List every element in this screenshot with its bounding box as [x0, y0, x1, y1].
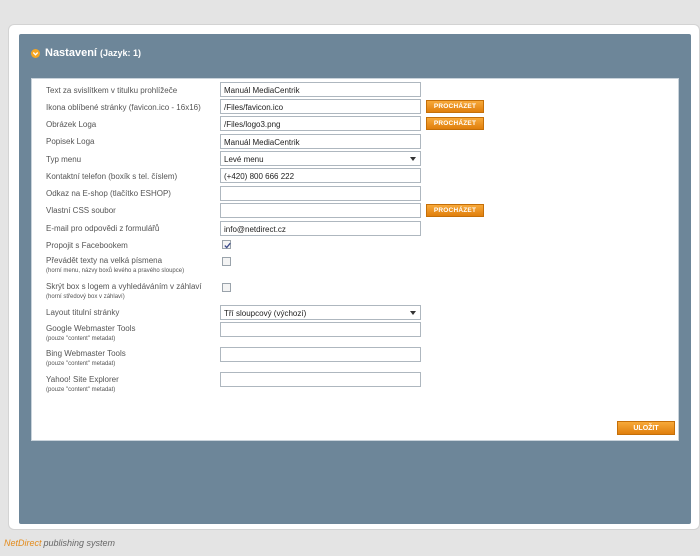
settings-panel: Nastavení (Jazyk: 1) Text za svislítkem …: [19, 34, 691, 524]
panel-header: Nastavení (Jazyk: 1): [31, 46, 141, 60]
language-indicator: (Jazyk: 1): [99, 48, 142, 58]
logo-browse-button[interactable]: PROCHÁZET: [426, 117, 484, 130]
label-google-webmaster: Google Webmaster Tools: [46, 324, 136, 333]
facebook-checkbox[interactable]: [222, 240, 231, 249]
menu-type-value: Levé menu: [224, 155, 264, 164]
label-bing-webmaster: Bing Webmaster Tools: [46, 349, 126, 358]
title-suffix-input[interactable]: Manuál MediaCentrik: [220, 82, 421, 97]
brand-publishing-system: publishing system: [43, 538, 116, 548]
settings-form: Text za svislítkem v titulku prohlížeče …: [31, 78, 679, 441]
dropdown-arrow-icon: [410, 157, 416, 161]
brand-netdirect: NetDirect: [4, 538, 42, 548]
sublabel-uppercase: (horní menu, názvy boxů levého a pravého…: [46, 268, 185, 274]
label-yahoo-explorer: Yahoo! Site Explorer: [46, 375, 119, 384]
label-title-suffix: Text za svislítkem v titulku prohlížeče: [46, 86, 178, 95]
label-logo-image: Obrázek Loga: [46, 120, 97, 129]
menu-type-select[interactable]: Levé menu: [220, 151, 421, 166]
label-reply-email: E-mail pro odpovědi z formulářů: [46, 224, 160, 233]
label-logo-caption: Popisek Loga: [46, 137, 95, 146]
uppercase-checkbox[interactable]: [222, 257, 231, 266]
homepage-layout-value: Tří sloupcový (výchozí): [224, 309, 307, 318]
sublabel-bing-webmaster: (pouze "content" metadat): [46, 361, 116, 367]
panel-title: Nastavení: [45, 47, 97, 59]
logo-image-input[interactable]: /Files/logo3.png: [220, 116, 421, 131]
label-homepage-layout: Layout titulní stránky: [46, 308, 120, 317]
label-uppercase: Převádět texty na velká písmena: [46, 256, 163, 265]
reply-email-input[interactable]: info@netdirect.cz: [220, 221, 421, 236]
save-button[interactable]: ULOŽIT: [617, 421, 675, 435]
sublabel-hide-header-box: (horní středový box v záhlaví): [46, 294, 125, 300]
label-facebook: Propojit s Facebookem: [46, 241, 128, 250]
checkmark-icon: [224, 242, 231, 249]
yahoo-explorer-input[interactable]: [220, 372, 421, 387]
label-contact-phone: Kontaktní telefon (boxík s tel. číslem): [46, 172, 178, 181]
dropdown-arrow-icon: [410, 311, 416, 315]
footer-brand: NetDirect publishing system: [4, 538, 115, 548]
logo-caption-input[interactable]: Manuál MediaCentrik: [220, 134, 421, 149]
css-browse-button[interactable]: PROCHÁZET: [426, 204, 484, 217]
label-eshop-link: Odkaz na E-shop (tlačítko ESHOP): [46, 189, 171, 198]
chevron-down-circle-icon[interactable]: [31, 48, 40, 58]
hide-header-box-checkbox[interactable]: [222, 283, 231, 292]
custom-css-input[interactable]: [220, 203, 421, 218]
label-favicon: Ikona oblíbené stránky (favicon.ico - 16…: [46, 103, 201, 112]
contact-phone-input[interactable]: (+420) 800 666 222: [220, 168, 421, 183]
bing-webmaster-input[interactable]: [220, 347, 421, 362]
homepage-layout-select[interactable]: Tří sloupcový (výchozí): [220, 305, 421, 320]
favicon-input[interactable]: /Files/favicon.ico: [220, 99, 421, 114]
favicon-browse-button[interactable]: PROCHÁZET: [426, 100, 484, 113]
label-hide-header-box: Skrýt box s logem a vyhledáváním v záhla…: [46, 282, 202, 291]
sublabel-yahoo-explorer: (pouze "content" metadat): [46, 387, 116, 393]
label-custom-css: Vlastní CSS soubor: [46, 206, 116, 215]
sublabel-google-webmaster: (pouze "content" metadat): [46, 336, 116, 342]
google-webmaster-input[interactable]: [220, 322, 421, 337]
eshop-link-input[interactable]: [220, 186, 421, 201]
label-menu-type: Typ menu: [46, 155, 82, 164]
